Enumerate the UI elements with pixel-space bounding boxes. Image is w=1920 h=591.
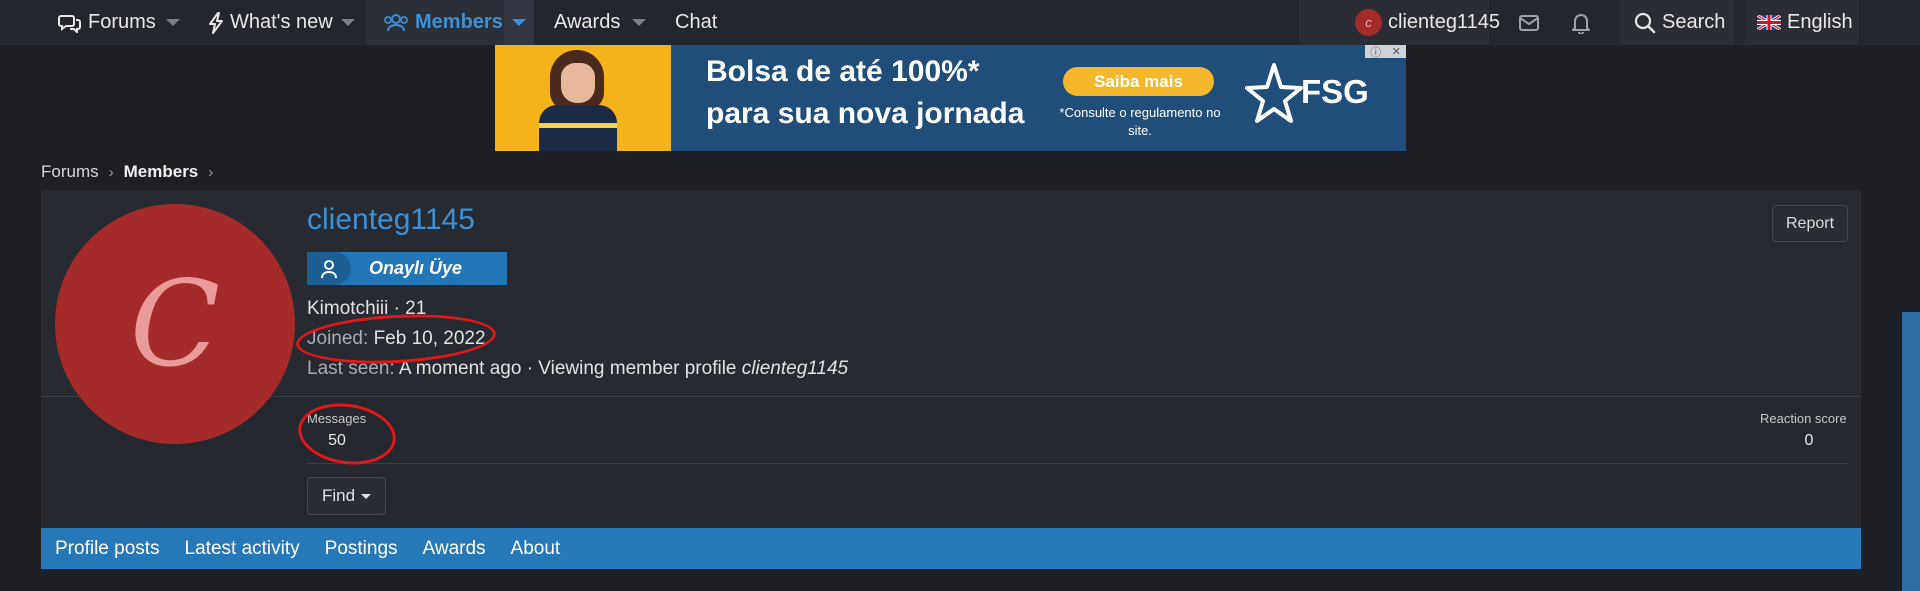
tab-latest-activity[interactable]: Latest activity: [185, 538, 300, 560]
nav-awards-label: Awards: [554, 11, 621, 33]
ad-choices-badge[interactable]: ⓘ ✕: [1365, 45, 1406, 59]
forums-dropdown-caret[interactable]: [158, 0, 188, 45]
ad-person-face: [561, 63, 595, 103]
nav-search-label: Search: [1662, 11, 1726, 33]
chat-bubbles-icon: [58, 14, 81, 33]
nav-language[interactable]: English: [1757, 0, 1853, 45]
avatar-letter: C: [129, 255, 221, 393]
last-seen-target[interactable]: clienteg1145: [742, 358, 848, 379]
breadcrumb-chevron-icon: ›: [208, 163, 214, 181]
users-icon: [384, 13, 408, 31]
nav-language-label: English: [1787, 11, 1853, 33]
profile-tabs: Profile posts Latest activity Postings A…: [41, 528, 1861, 569]
awards-dropdown-caret[interactable]: [624, 0, 654, 45]
breadcrumb-forums[interactable]: Forums: [41, 162, 99, 182]
bell-icon: [1572, 13, 1590, 34]
advertisement-banner[interactable]: Bolsa de até 100%* para sua nova jornada…: [495, 45, 1406, 151]
nav-user-account[interactable]: c clienteg1145: [1355, 0, 1500, 45]
top-nav-bar: Forums What's new Members Awards Chat c …: [0, 0, 1920, 45]
report-button[interactable]: Report: [1772, 205, 1848, 242]
envelope-icon: [1519, 14, 1539, 31]
ad-headline-2: para sua nova jornada: [706, 97, 1025, 130]
reaction-score-value[interactable]: 0: [1779, 432, 1839, 450]
ad-disclaimer: *Consulte o regulamento no site.: [1059, 105, 1221, 138]
avatar[interactable]: C: [55, 204, 295, 444]
ad-person-body: [539, 105, 617, 151]
user-mini-avatar: c: [1355, 9, 1382, 36]
nav-username: clienteg1145: [1388, 11, 1500, 33]
reaction-score-label: Reaction score: [1760, 411, 1847, 426]
member-profile-card: C clienteg1145 Onaylı Üye Kimotchiii · 2…: [41, 190, 1861, 569]
chevron-down-icon: [361, 493, 372, 499]
ad-close-icon: ✕: [1391, 46, 1401, 58]
nav-inbox[interactable]: [1518, 0, 1546, 45]
ad-person-stripe: [539, 123, 617, 128]
user-banner-text: Onaylı Üye: [369, 258, 463, 278]
ad-cta-button[interactable]: Saiba mais: [1063, 67, 1214, 96]
user-mini-avatar-letter: c: [1365, 15, 1372, 30]
tab-profile-posts[interactable]: Profile posts: [55, 538, 160, 560]
breadcrumb-chevron-icon: ›: [108, 163, 114, 181]
nav-search[interactable]: Search: [1634, 0, 1725, 45]
nav-alerts[interactable]: [1571, 0, 1597, 45]
last-seen-value: A moment ago · Viewing member profile: [398, 358, 737, 379]
nav-chat[interactable]: Chat: [675, 0, 717, 45]
stats-divider: [307, 463, 1848, 464]
nav-chat-label: Chat: [675, 11, 718, 33]
nav-awards[interactable]: Awards: [554, 0, 620, 45]
lightning-icon: [209, 11, 223, 34]
ad-headline-1: Bolsa de até 100%*: [706, 55, 980, 88]
breadcrumb: Forums › Members ›: [41, 161, 223, 183]
nav-whats-new[interactable]: What's new: [208, 0, 333, 45]
find-label: Find: [321, 486, 356, 505]
find-button[interactable]: Find: [307, 477, 386, 515]
search-icon: [1634, 12, 1656, 33]
tab-about[interactable]: About: [511, 538, 561, 560]
ad-info-icon: ⓘ: [1370, 46, 1382, 59]
ad-logo-text: FSG: [1301, 73, 1369, 110]
nav-forums-label: Forums: [88, 11, 156, 33]
tab-awards[interactable]: Awards: [423, 538, 486, 560]
user-icon: [307, 252, 351, 285]
uk-flag-icon: [1757, 15, 1781, 30]
members-dropdown-caret[interactable]: [504, 0, 534, 45]
user-banner: Onaylı Üye: [307, 252, 507, 285]
profile-divider: [41, 396, 1861, 397]
nav-members[interactable]: Members: [383, 0, 503, 45]
profile-username[interactable]: clienteg1145: [307, 203, 475, 237]
whats-new-dropdown-caret[interactable]: [333, 0, 363, 45]
breadcrumb-members[interactable]: Members: [124, 162, 199, 182]
nav-forums[interactable]: Forums: [58, 0, 156, 45]
star-logo-icon: [1245, 63, 1303, 123]
tab-postings[interactable]: Postings: [325, 538, 398, 560]
nav-members-label: Members: [415, 11, 503, 33]
scrollbar-track[interactable]: [1902, 312, 1920, 591]
nav-whats-new-label: What's new: [230, 11, 333, 33]
